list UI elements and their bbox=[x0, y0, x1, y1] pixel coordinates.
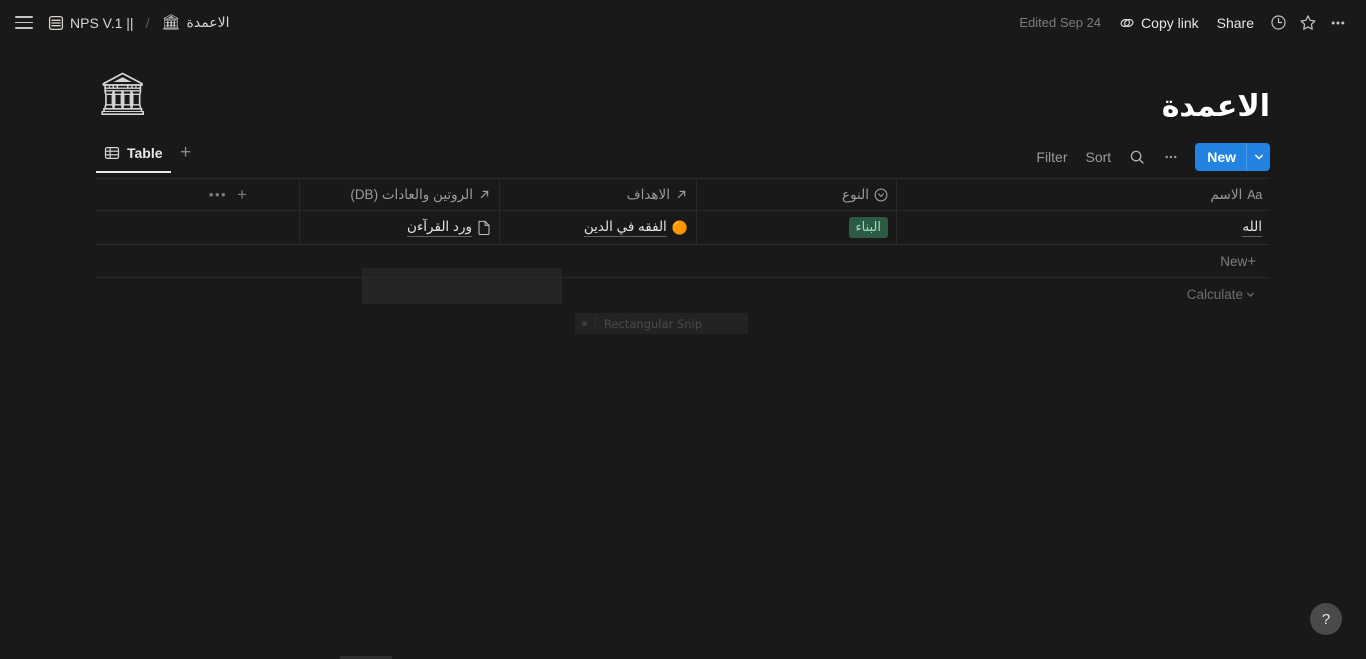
cell-name[interactable]: الله bbox=[896, 211, 1270, 244]
page-content: 🏛 الاعمدة Table + Filter Sort New Aa الا… bbox=[0, 45, 1366, 310]
more-horizontal-icon[interactable] bbox=[1324, 9, 1352, 37]
tab-table[interactable]: Table bbox=[96, 139, 171, 173]
relation-arrow-icon bbox=[478, 188, 491, 201]
table-row-tail bbox=[96, 211, 299, 244]
column-header-goals[interactable]: الاهداف bbox=[499, 179, 696, 210]
filter-button[interactable]: Filter bbox=[1028, 143, 1075, 171]
chevron-down-icon bbox=[1245, 289, 1256, 300]
plus-icon: + bbox=[1247, 252, 1256, 270]
relation-arrow-icon bbox=[675, 188, 688, 201]
star-icon[interactable] bbox=[1294, 9, 1322, 37]
top-bar-left: NPS V.1 || / 🏛 الاعمدة bbox=[10, 9, 1011, 37]
row-title-link[interactable]: الله bbox=[1242, 219, 1262, 237]
relation-goals-label: الفقه في الدين bbox=[583, 219, 667, 237]
status-badge: البناء bbox=[848, 216, 888, 239]
share-label: Share bbox=[1216, 14, 1254, 31]
select-circle-icon bbox=[874, 188, 888, 202]
breadcrumb-item-page[interactable]: 🏛 الاعمدة bbox=[155, 11, 235, 34]
share-button[interactable]: Share bbox=[1209, 10, 1262, 36]
table-header-tail: ••• + bbox=[96, 179, 299, 210]
cell-routines[interactable]: ورد القرآءن bbox=[299, 211, 499, 244]
database-icon bbox=[48, 15, 64, 31]
new-row-label: New bbox=[1220, 253, 1248, 269]
snip-mode-tooltip: Rectangular Snip bbox=[575, 313, 748, 334]
new-row-button[interactable]: + New bbox=[96, 245, 1270, 278]
new-button-group[interactable]: New bbox=[1195, 143, 1270, 171]
table-more-horizontal-icon[interactable]: ••• bbox=[209, 187, 227, 202]
tooltip-divider bbox=[595, 317, 596, 330]
breadcrumb-database-label: NPS V.1 || bbox=[70, 14, 134, 31]
breadcrumb-page-label: الاعمدة bbox=[186, 14, 230, 30]
new-chevron-down-icon[interactable] bbox=[1246, 143, 1270, 171]
tab-table-label: Table bbox=[127, 144, 163, 161]
classical-building-emoji: 🏛 bbox=[161, 14, 181, 31]
page-document-icon bbox=[477, 220, 491, 235]
view-actions: Filter Sort New bbox=[1028, 143, 1270, 171]
clock-history-icon[interactable] bbox=[1264, 9, 1292, 37]
column-header-name-label: الاسم bbox=[1210, 186, 1243, 202]
table-row[interactable]: الله البناء 🟠 الفقه في الدين ورد القرآءن bbox=[96, 211, 1270, 245]
table-header-row: Aa الاسم النوع الاهداف الروتين والعادات … bbox=[96, 178, 1270, 211]
column-header-routines[interactable]: الروتين والعادات (DB) bbox=[299, 179, 499, 210]
top-bar-right: Edited Sep 24 Copy link Share bbox=[1011, 9, 1352, 37]
edited-timestamp[interactable]: Edited Sep 24 bbox=[1011, 11, 1109, 34]
column-header-name[interactable]: Aa الاسم bbox=[896, 179, 1270, 210]
column-header-type-label: النوع bbox=[842, 186, 869, 202]
page-header: 🏛 الاعمدة bbox=[96, 45, 1270, 125]
top-bar: NPS V.1 || / 🏛 الاعمدة Edited Sep 24 Cop… bbox=[0, 0, 1366, 45]
view-more-icon[interactable] bbox=[1155, 143, 1187, 171]
page-title[interactable]: الاعمدة bbox=[1162, 89, 1270, 125]
column-header-type[interactable]: النوع bbox=[696, 179, 896, 210]
hamburger-glyph bbox=[15, 16, 33, 29]
relation-routines-label: ورد القرآءن bbox=[407, 219, 472, 237]
sort-button[interactable]: Sort bbox=[1078, 143, 1120, 171]
table-footer-row: Calculate bbox=[96, 278, 1270, 310]
breadcrumb-separator: / bbox=[145, 14, 150, 31]
search-icon[interactable] bbox=[1121, 143, 1153, 171]
copy-link-label: Copy link bbox=[1141, 14, 1199, 31]
add-column-icon[interactable]: + bbox=[237, 186, 247, 203]
table-view-icon bbox=[104, 145, 120, 161]
snip-mode-label: Rectangular Snip bbox=[604, 316, 703, 331]
add-view-button[interactable]: + bbox=[173, 140, 199, 166]
title-aa-icon: Aa bbox=[1247, 187, 1262, 202]
cell-goals[interactable]: 🟠 الفقه في الدين bbox=[499, 211, 696, 244]
relation-chip-routines[interactable]: ورد القرآءن bbox=[407, 219, 491, 237]
calculate-label: Calculate bbox=[1186, 286, 1243, 302]
new-button[interactable]: New bbox=[1195, 143, 1246, 171]
mode-dot-icon bbox=[582, 321, 587, 326]
copy-link-button[interactable]: Copy link bbox=[1111, 10, 1207, 36]
table: Aa الاسم النوع الاهداف الروتين والعادات … bbox=[96, 178, 1270, 310]
column-header-routines-label: الروتين والعادات (DB) bbox=[350, 186, 473, 202]
link-icon bbox=[1119, 15, 1135, 31]
column-header-goals-label: الاهداف bbox=[626, 186, 670, 202]
orange-circle-emoji: 🟠 bbox=[671, 220, 688, 235]
cell-type[interactable]: البناء bbox=[696, 211, 896, 244]
calculate-button[interactable]: Calculate bbox=[888, 287, 1262, 302]
breadcrumb-item-database[interactable]: NPS V.1 || bbox=[42, 12, 140, 34]
relation-chip-goals[interactable]: 🟠 الفقه في الدين bbox=[583, 219, 688, 237]
help-button[interactable]: ? bbox=[1310, 603, 1342, 635]
hamburger-menu-icon[interactable] bbox=[10, 9, 38, 37]
view-tabs: Table + bbox=[96, 139, 199, 173]
page-icon-classical-building-emoji[interactable]: 🏛 bbox=[96, 73, 149, 115]
view-toolbar: Table + Filter Sort New bbox=[96, 139, 1270, 173]
